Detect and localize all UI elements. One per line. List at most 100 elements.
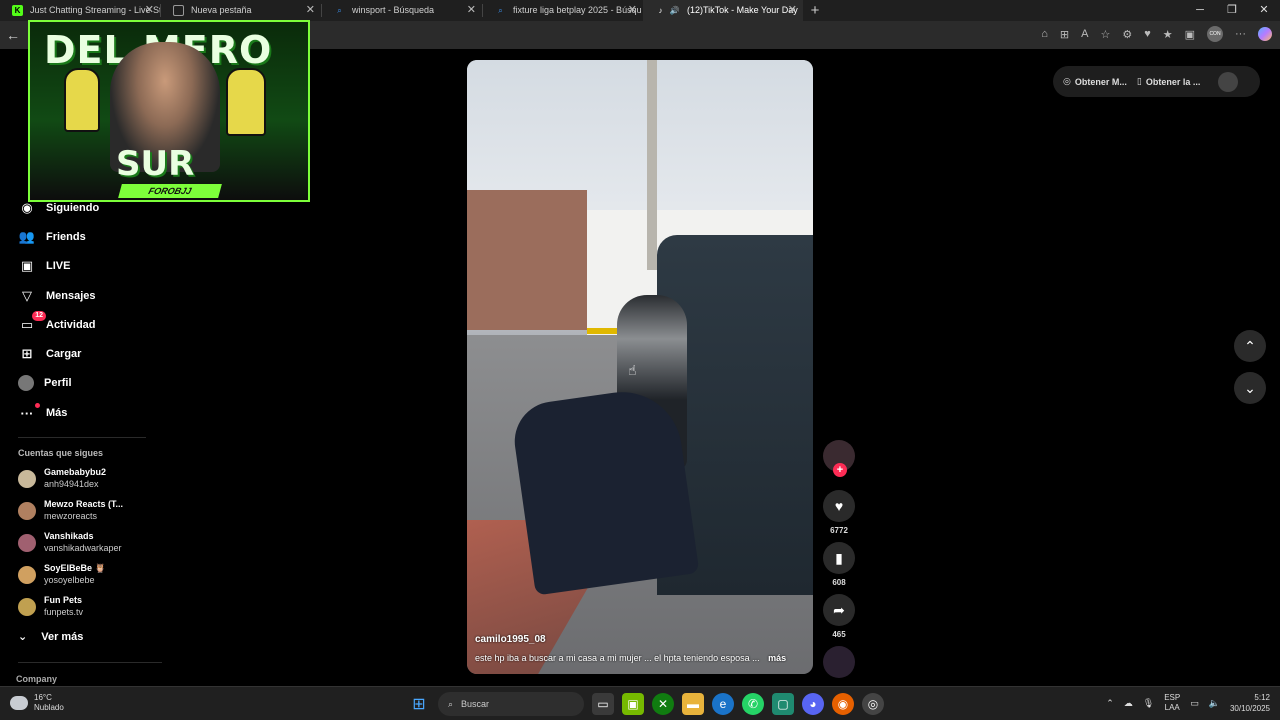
edge-browser-icon[interactable]: e [712,693,734,715]
discord-icon[interactable]: ◕ [802,693,824,715]
speaker-icon[interactable]: 🔊 [669,5,680,16]
volume-icon[interactable]: 🔈 [1209,698,1220,709]
profile-avatar[interactable] [1218,71,1239,92]
chrome-icon[interactable]: ◎ [862,693,884,715]
profile-avatar-icon[interactable]: CON [1207,26,1223,42]
favorites-icon[interactable]: ★ [1163,28,1173,41]
firefox-icon[interactable]: ◉ [832,693,854,715]
page-icon [173,5,184,16]
company-link[interactable]: Company [16,674,57,684]
following-account-item[interactable]: Mewzo Reacts (T... mewzoreacts [18,499,158,525]
tab-fixture[interactable]: ⌕ fixture liga betplay 2025 - Búsqu ✕ [483,0,643,21]
network-icon[interactable]: ▭ [1190,698,1199,709]
close-icon[interactable]: ✕ [628,0,637,21]
previous-video-button[interactable]: ⌃ [1234,330,1266,362]
back-arrow-icon[interactable]: ← [6,27,20,43]
phone-icon: ▯ [1136,76,1142,86]
video-author[interactable]: camilo1995_08 [475,634,546,645]
following-account-item[interactable]: SoyElBeBe 🦉 yosoyelbebe [18,563,158,589]
file-explorer-icon[interactable]: ▬ [682,693,704,715]
caption-more-link[interactable]: más [768,653,786,663]
tab-title: Just Chatting Streaming - Live Str [30,5,160,15]
onedrive-icon[interactable]: ☁ [1124,698,1133,709]
tab-new[interactable]: Nueva pestaña ✕ [161,0,321,21]
get-app-button[interactable]: ▯ Obtener la ... [1137,76,1200,87]
get-app-label: Obtener la ... [1145,76,1201,87]
following-account-item[interactable]: Vanshikads vanshikadwarkaper [18,531,158,557]
favorite-star-icon[interactable]: ☆ [1100,28,1110,41]
extensions-icon[interactable]: ⚙ [1122,28,1132,41]
close-icon[interactable]: ✕ [145,0,154,21]
copilot-icon[interactable] [1258,27,1272,41]
language-indicator[interactable]: ESP LAA [1164,693,1180,713]
restore-icon[interactable]: ❐ [1216,0,1248,21]
account-username: yosoyelbebe [44,575,95,585]
mascot-right-image [226,68,266,136]
sidebar-item-more[interactable]: ··· Más [18,402,67,423]
share-button[interactable]: ➦ [823,594,855,626]
sidebar-item-profile[interactable]: Perfil [18,373,72,393]
weather-widget[interactable]: 16°C Nublado [10,693,64,713]
close-window-icon[interactable]: ✕ [1248,0,1280,21]
tracking-icon[interactable]: ⌂ [1041,28,1048,40]
browser-essentials-icon[interactable]: ♥ [1144,28,1151,40]
chevron-up-icon[interactable]: ⌃ [1106,698,1114,709]
tab-title: Nueva pestaña [191,5,252,15]
upload-icon: ⊞ [21,346,33,361]
tab-winsport[interactable]: ⌕ winsport - Búsqueda ✕ [322,0,482,21]
sidebar-item-friends[interactable]: 👥 Friends [18,227,86,247]
window-controls: ─ ❐ ✕ [1184,0,1280,21]
new-tab-button[interactable]: + [803,0,827,21]
get-coins-label: Obtener M... [1074,76,1127,87]
xbox-icon[interactable]: ✕ [652,693,674,715]
windows-start-icon[interactable]: ⊞ [408,693,430,715]
close-icon[interactable]: ✕ [306,0,315,21]
get-coins-button[interactable]: ◎ Obtener M... [1063,76,1127,87]
video-player[interactable]: camilo1995_08 este hp iba a buscar a mi … [467,60,813,674]
following-account-item[interactable]: Gamebabybu2 anh94941dex [18,467,158,493]
tab-title: winsport - Búsqueda [352,5,435,15]
apps-icon[interactable]: ⊞ [1060,28,1069,41]
weather-text: 16°C Nublado [34,693,64,713]
nvidia-icon[interactable]: ▣ [622,693,644,715]
cloud-icon [10,696,28,710]
account-username: mewzoreacts [44,511,98,521]
stream-webcam-overlay: DEL MERO SUR FOROBJJ [28,20,310,202]
microphone-icon[interactable]: 🎙 [1143,698,1154,709]
like-button[interactable]: ♥ [823,490,855,522]
following-accounts-title: Cuentas que sigues [18,448,104,458]
app-icon[interactable]: ▢ [772,693,794,715]
like-count: 6772 [830,526,848,535]
tab-kick[interactable]: K Just Chatting Streaming - Live Str ✕ [0,0,160,21]
sidebar-item-live[interactable]: ▣ LIVE [18,256,71,276]
minimize-icon[interactable]: ─ [1184,0,1216,21]
close-icon[interactable]: ✕ [788,0,797,21]
save-button[interactable]: ▮ [823,542,855,574]
sidebar-item-upload[interactable]: ⊞ Cargar [18,344,82,364]
read-aloud-icon[interactable]: A [1081,28,1088,40]
close-icon[interactable]: ✕ [467,0,476,21]
music-disc-button[interactable] [823,646,855,678]
clock[interactable]: 5:12 30/10/2025 [1230,692,1270,714]
live-icon: ▣ [20,258,34,273]
tab-title: fixture liga betplay 2025 - Búsqu [513,5,642,15]
menu-dots-icon[interactable]: ··· [1235,28,1246,40]
account-username: funpets.tv [44,607,84,617]
activity-icon: ▭ 12 [18,311,46,333]
see-more-button[interactable]: ⌄ Ver más [18,630,83,644]
sidebar-item-activity[interactable]: ▭ 12 Actividad [18,311,96,335]
next-video-button[interactable]: ⌄ [1234,372,1266,404]
time: 5:12 [1254,693,1270,702]
taskbar-search[interactable]: ⌕ Buscar [438,692,584,716]
sidebar-item-messages[interactable]: ▽ Mensajes [18,286,96,306]
follow-plus-icon[interactable]: + [833,463,847,477]
collections-icon[interactable]: ▣ [1185,28,1195,41]
save-count: 608 [832,578,846,587]
toolbar-icons: ⌂ ⊞ A ☆ ⚙ ♥ ★ ▣ CON ··· [1041,26,1272,42]
following-account-item[interactable]: Fun Pets funpets.tv [18,595,158,621]
heart-icon: ♥ [834,498,844,514]
task-view-icon[interactable]: ▭ [592,693,614,715]
whatsapp-icon[interactable]: ✆ [742,693,764,715]
sidebar-item-label: Siguiendo [46,202,100,214]
tab-tiktok[interactable]: ♪ 🔊 (12)TikTok - Make Your Day ✕ [643,0,803,21]
